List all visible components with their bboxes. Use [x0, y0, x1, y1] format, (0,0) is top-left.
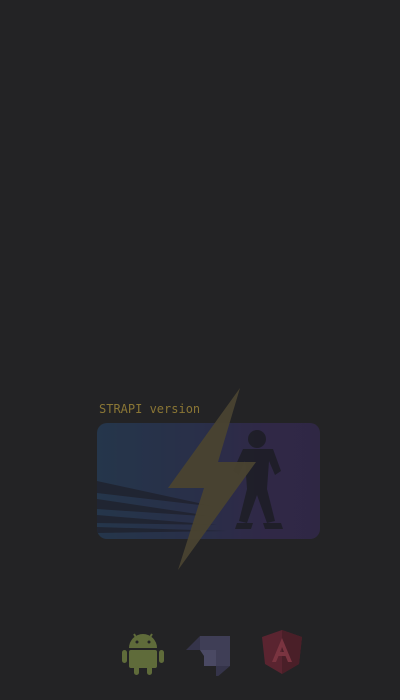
lightning-bolt-icon	[168, 388, 256, 570]
splash-screen: STRAPI version	[0, 0, 400, 700]
android-icon	[122, 633, 164, 675]
angular-icon	[262, 630, 302, 674]
strapi-icon	[186, 636, 230, 676]
tech-stack-row	[0, 628, 400, 680]
